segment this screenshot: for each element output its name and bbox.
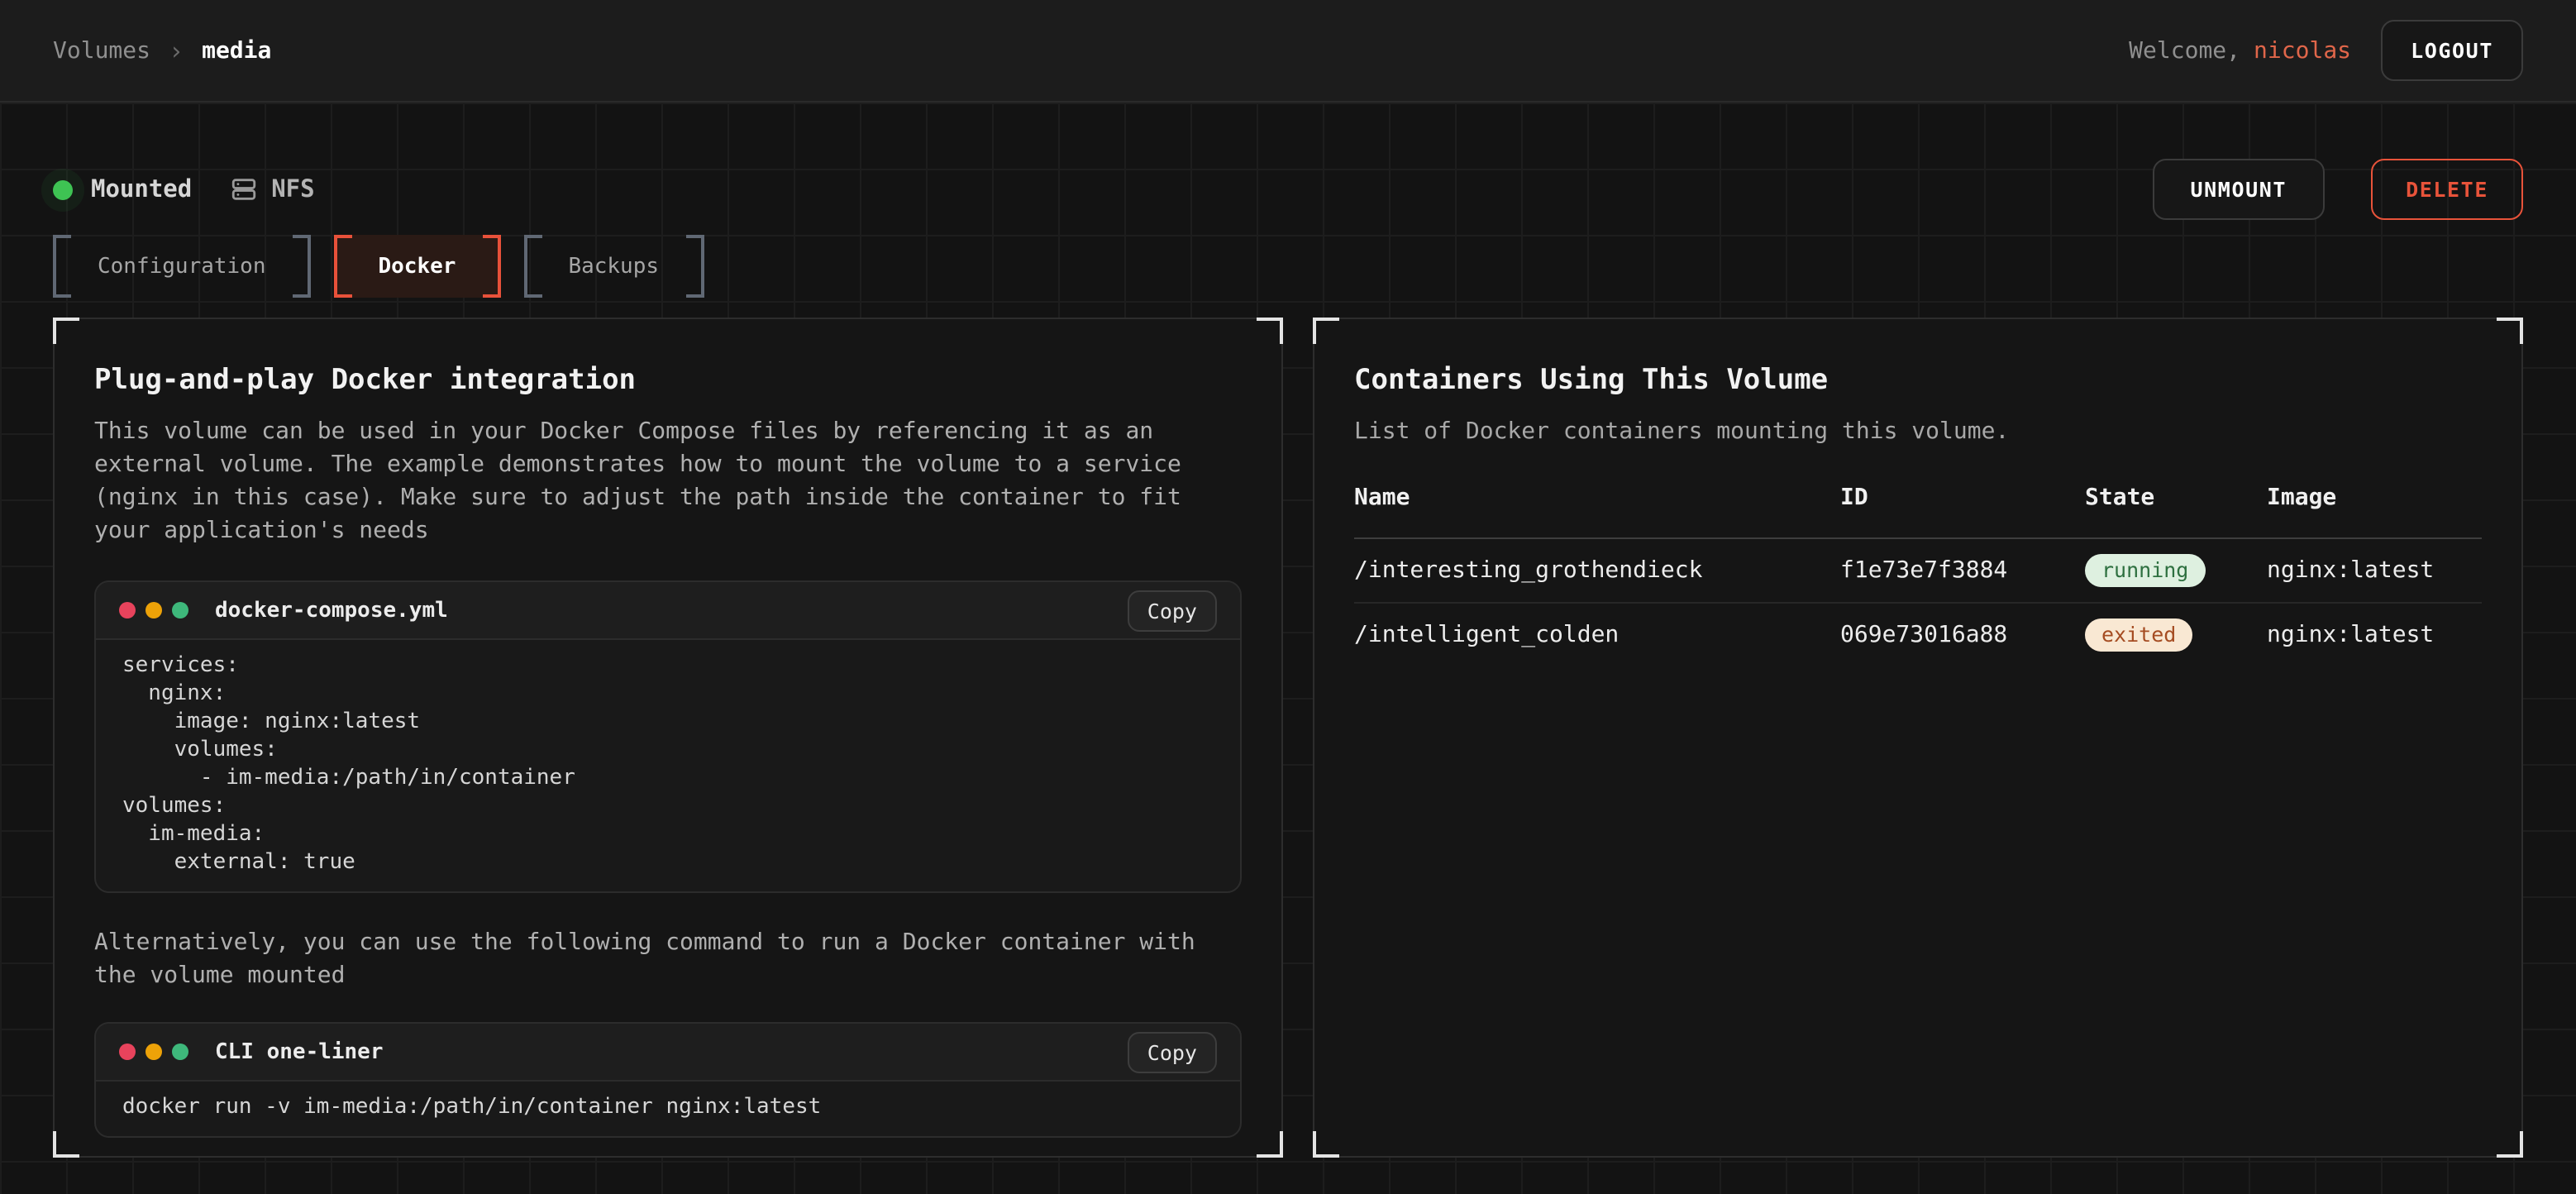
traffic-light-red-icon [119,1044,136,1060]
traffic-light-green-icon [172,602,188,618]
column-header-id: ID [1840,485,2085,511]
containers-panel-subtitle: List of Docker containers mounting this … [1354,415,2482,448]
cli-filename: CLI one-liner [215,1039,384,1064]
mounted-label: Mounted [91,176,192,203]
cli-intro-text: Alternatively, you can use the following… [94,926,1235,992]
topbar-right: Welcome, nicolas LOGOUT [2129,20,2523,81]
corner-bracket-icon [1257,318,1283,344]
breadcrumb: Volumes › media [53,36,271,65]
table-row: /intelligent_colden 069e73016a88 exited … [1354,602,2482,665]
username: nicolas [2254,37,2351,64]
welcome-text: Welcome, nicolas [2129,37,2351,64]
corner-bracket-icon [1257,1131,1283,1158]
panels-row: Plug-and-play Docker integration This vo… [53,318,2523,1158]
server-icon [230,175,258,203]
state-badge: running [2085,554,2205,587]
corner-bracket-icon [1313,1131,1339,1158]
logout-button[interactable]: LOGOUT [2381,20,2523,81]
compose-filename: docker-compose.yml [215,598,448,623]
breadcrumb-current-volume: media [202,37,271,64]
docker-panel-title: Plug-and-play Docker integration [94,362,1242,399]
cli-code: docker run -v im-media:/path/in/containe… [96,1082,1240,1136]
main-content: Mounted NFS UNMOUNT DELETE Configuration [0,103,2576,1194]
nfs-type-indicator: NFS [230,175,314,203]
container-image: nginx:latest [2267,557,2482,584]
chevron-right-icon: › [169,36,184,65]
corner-bracket-icon [2497,1131,2523,1158]
corner-bracket-icon [1313,318,1339,344]
topbar: Volumes › media Welcome, nicolas LOGOUT [0,0,2576,103]
cli-codeblock: CLI one-liner Copy docker run -v im-medi… [94,1022,1242,1138]
mounted-status-dot-icon [53,179,73,199]
tab-configuration[interactable]: Configuration [53,235,311,298]
column-header-state: State [2085,485,2267,511]
corner-bracket-icon [53,1131,79,1158]
table-header-row: Name ID State Image [1354,485,2482,539]
breadcrumb-volumes-link[interactable]: Volumes [53,37,150,64]
containers-table: Name ID State Image /interesting_grothen… [1354,485,2482,665]
app-root: Volumes › media Welcome, nicolas LOGOUT … [0,0,2576,1194]
table-row: /interesting_grothendieck f1e73e7f3884 r… [1354,539,2482,602]
container-image: nginx:latest [2267,621,2482,647]
copy-compose-button[interactable]: Copy [1128,590,1217,631]
docker-panel-description: This volume can be used in your Docker C… [94,415,1235,547]
tab-docker[interactable]: Docker [334,235,501,298]
containers-panel-title: Containers Using This Volume [1354,362,2482,399]
corner-bracket-icon [53,318,79,344]
compose-codeblock-header: docker-compose.yml Copy [96,582,1240,640]
welcome-prefix: Welcome, [2129,37,2240,64]
tab-backups[interactable]: Backups [523,235,704,298]
status-row: Mounted NFS UNMOUNT DELETE [53,157,2523,222]
nfs-label: NFS [271,176,314,203]
traffic-light-green-icon [172,1044,188,1060]
state-badge: exited [2085,618,2192,651]
corner-bracket-icon [2497,318,2523,344]
container-id: 069e73016a88 [1840,621,2085,647]
containers-panel: Containers Using This Volume List of Doc… [1313,318,2523,1158]
container-name: /interesting_grothendieck [1354,557,1840,584]
traffic-light-amber-icon [145,602,162,618]
column-header-name: Name [1354,485,1840,511]
traffic-light-amber-icon [145,1044,162,1060]
container-name: /intelligent_colden [1354,621,1840,647]
compose-codeblock: docker-compose.yml Copy services: nginx:… [94,580,1242,893]
delete-button[interactable]: DELETE [2371,159,2523,220]
docker-integration-panel: Plug-and-play Docker integration This vo… [53,318,1283,1158]
volume-actions: UNMOUNT DELETE [2153,159,2524,220]
container-id: f1e73e7f3884 [1840,557,2085,584]
copy-cli-button[interactable]: Copy [1128,1031,1217,1072]
unmount-button[interactable]: UNMOUNT [2153,159,2326,220]
column-header-image: Image [2267,485,2482,511]
cli-codeblock-header: CLI one-liner Copy [96,1024,1240,1082]
volume-status: Mounted NFS [53,175,315,203]
tab-bar: Configuration Docker Backups [53,235,2523,298]
traffic-light-red-icon [119,602,136,618]
compose-code: services: nginx: image: nginx:latest vol… [96,640,1240,891]
